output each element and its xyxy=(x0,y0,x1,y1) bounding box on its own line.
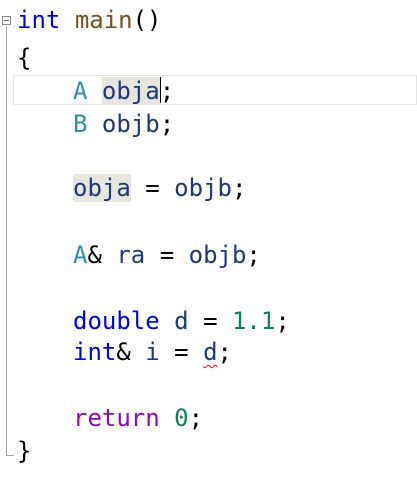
semicolon: ; xyxy=(246,241,261,269)
keyword-return: return xyxy=(73,404,160,432)
variable-name: objb xyxy=(101,110,160,138)
text-cursor xyxy=(160,77,161,103)
semicolon: ; xyxy=(159,110,175,138)
semicolon: ; xyxy=(231,174,247,202)
code-line-11[interactable]: int& i = d; xyxy=(17,337,232,368)
collapse-icon[interactable] xyxy=(2,16,11,25)
code-line-2[interactable]: { xyxy=(17,43,31,74)
semicolon: ; xyxy=(188,404,204,432)
code-line-14[interactable]: } xyxy=(17,436,31,467)
variable-name: ra xyxy=(116,241,146,269)
code-editor[interactable]: int main() { A obja; B objb; obja = objb… xyxy=(0,0,417,477)
variable-name: obja xyxy=(101,77,160,105)
code-line-10[interactable]: double d = 1.1; xyxy=(17,306,290,337)
operator: = xyxy=(145,174,160,202)
code-line-1[interactable]: int main() xyxy=(17,5,162,36)
code-line-13[interactable]: return 0; xyxy=(17,403,203,434)
variable-name: d xyxy=(174,307,189,335)
code-line-4[interactable]: B objb; xyxy=(17,109,174,140)
variable-name: objb xyxy=(174,174,232,202)
keyword-int: int xyxy=(73,338,117,366)
number-literal: 1.1 xyxy=(231,307,276,335)
fold-guide-line xyxy=(6,26,7,456)
function-name: main xyxy=(74,6,133,34)
operator: = xyxy=(159,241,175,269)
open-brace: { xyxy=(17,44,32,72)
operator: = xyxy=(174,338,189,366)
semicolon: ; xyxy=(217,338,232,366)
type-name: A xyxy=(73,77,88,105)
close-brace: } xyxy=(17,437,32,465)
code-line-8[interactable]: A& ra = objb; xyxy=(17,240,261,271)
variable-name: objb xyxy=(188,241,247,269)
reference-symbol: & xyxy=(116,338,131,366)
semicolon: ; xyxy=(159,77,175,105)
error-squiggle-variable[interactable]: d xyxy=(203,338,217,366)
number-literal: 0 xyxy=(174,404,189,432)
keyword-int: int xyxy=(17,6,61,34)
code-line-3[interactable]: A obja; xyxy=(17,76,174,107)
fold-guide-end xyxy=(6,455,14,456)
variable-name: i xyxy=(145,338,160,366)
code-line-6[interactable]: obja = objb; xyxy=(17,173,246,204)
operator: = xyxy=(203,307,218,335)
keyword-double: double xyxy=(73,307,160,335)
type-name: A xyxy=(73,241,88,269)
semicolon: ; xyxy=(275,307,290,335)
type-name: B xyxy=(73,110,88,138)
variable-name: obja xyxy=(73,174,131,202)
parentheses: () xyxy=(132,6,162,34)
reference-symbol: & xyxy=(87,241,102,269)
